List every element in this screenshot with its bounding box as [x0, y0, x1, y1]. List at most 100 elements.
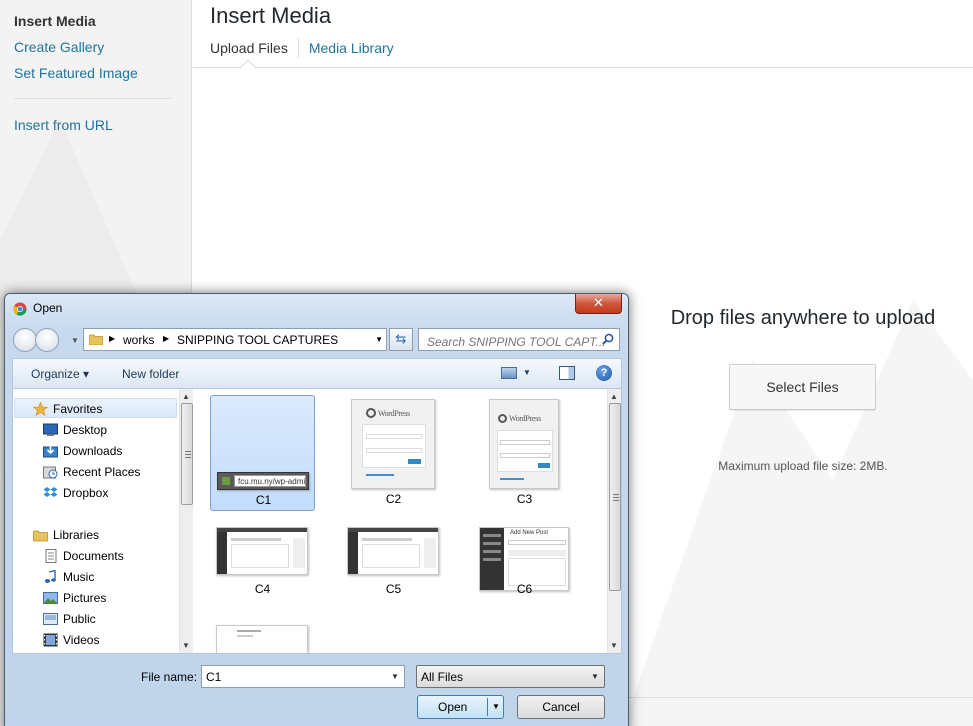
file-thumbnail: WordPress	[347, 399, 439, 489]
desktop-icon	[43, 423, 58, 436]
navigation-pane: Favorites Desktop Downloads Recent Place…	[13, 389, 179, 653]
folder-icon	[89, 334, 103, 345]
file-type-dropdown-icon[interactable]: ▼	[591, 672, 599, 681]
breadcrumb-works[interactable]: works	[123, 333, 154, 347]
nav-label: Pictures	[63, 591, 107, 605]
nav-pictures[interactable]: Pictures	[43, 588, 107, 608]
file-thumbnail: fcu.mu.ny/wp-admin/	[217, 400, 309, 490]
sidebar-item-set-featured-image[interactable]: Set Featured Image	[14, 65, 138, 81]
browser-panel: Favorites Desktop Downloads Recent Place…	[12, 388, 622, 654]
sidebar-item-insert-from-url[interactable]: Insert from URL	[14, 117, 113, 133]
scrollbar-thumb[interactable]	[181, 403, 193, 505]
nav-public[interactable]: Public	[43, 609, 96, 629]
nav-documents[interactable]: Documents	[45, 546, 124, 566]
file-item-c4[interactable]: C4	[210, 509, 315, 625]
breadcrumb-separator-icon[interactable]: ▶	[163, 334, 169, 343]
nav-label: Favorites	[53, 402, 103, 416]
back-button[interactable]	[13, 328, 37, 352]
nav-label: Music	[63, 570, 95, 584]
documents-icon	[45, 549, 57, 563]
open-button[interactable]: Open ▼	[417, 695, 504, 719]
file-list: fcu.mu.ny/wp-admin/ C1 WordPress C2 Word…	[197, 389, 607, 653]
public-folder-icon	[43, 613, 58, 625]
nav-label: Downloads	[63, 444, 123, 458]
navigation-scrollbar[interactable]: ▲ ▼	[179, 389, 193, 653]
recent-places-icon	[43, 466, 58, 479]
star-icon	[33, 402, 48, 416]
change-view-icon[interactable]	[501, 367, 517, 379]
sidebar-item-create-gallery[interactable]: Create Gallery	[14, 39, 104, 55]
max-upload-size-text: Maximum upload file size: 2MB.	[718, 459, 888, 473]
breadcrumb-snipping-tool-captures[interactable]: SNIPPING TOOL CAPTURES	[177, 333, 338, 347]
drop-files-instructions: Drop files anywhere to upload	[670, 307, 936, 329]
scroll-down-icon[interactable]: ▼	[182, 641, 190, 650]
refresh-button[interactable]: ⇆	[389, 328, 413, 351]
nav-favorites[interactable]: Favorites	[33, 399, 103, 419]
nav-music[interactable]: Music	[44, 567, 95, 587]
scrollbar-thumb[interactable]	[609, 403, 621, 591]
file-type-select[interactable]: All Files	[416, 665, 605, 688]
breadcrumb-separator-icon[interactable]: ▶	[109, 334, 115, 343]
router-underline	[193, 67, 973, 68]
downloads-icon	[43, 445, 58, 458]
file-label: C4	[254, 582, 271, 596]
pictures-icon	[43, 592, 58, 604]
libraries-icon	[33, 530, 48, 542]
page-title: Insert Media	[210, 3, 332, 28]
view-options-dropdown-icon[interactable]: ▼	[523, 368, 531, 377]
file-label: C6	[516, 582, 533, 596]
file-name-input[interactable]	[201, 665, 405, 688]
nav-label: Desktop	[63, 423, 108, 437]
nav-label: Recent Places	[63, 465, 141, 479]
search-input[interactable]	[418, 328, 620, 351]
nav-label: Dropbox	[63, 486, 109, 500]
help-icon[interactable]: ?	[596, 365, 612, 381]
file-item-partial[interactable]	[210, 623, 315, 653]
nav-videos[interactable]: Videos	[43, 630, 99, 650]
file-name-label: File name:	[141, 670, 198, 684]
dropbox-icon	[43, 487, 58, 497]
nav-label: Libraries	[53, 528, 100, 542]
file-thumbnail: WordPress	[478, 399, 570, 489]
nav-dropbox[interactable]: Dropbox	[43, 483, 109, 503]
chrome-icon	[13, 302, 27, 316]
close-button[interactable]: ✕	[575, 294, 622, 314]
wordpress-logo-text: WordPress	[509, 414, 541, 423]
forward-button[interactable]	[35, 328, 59, 352]
videos-icon	[43, 633, 58, 647]
scroll-up-icon[interactable]: ▲	[610, 392, 618, 401]
address-bar[interactable]: ▶ works ▶ SNIPPING TOOL CAPTURES ▼	[83, 328, 387, 351]
file-thumbnail	[347, 485, 439, 575]
new-folder-button[interactable]: New folder	[122, 367, 179, 381]
file-item-c6[interactable]: Add New Post C6	[472, 509, 577, 625]
scroll-up-icon[interactable]: ▲	[182, 392, 190, 401]
open-button-label: Open	[438, 700, 468, 714]
nav-desktop[interactable]: Desktop	[43, 420, 108, 440]
file-thumbnail: Add New Post	[478, 485, 570, 591]
file-list-scrollbar[interactable]: ▲ ▼	[607, 389, 621, 653]
open-options-dropdown-icon[interactable]: ▼	[492, 696, 500, 718]
nav-label: Documents	[63, 549, 124, 563]
address-dropdown-icon[interactable]: ▼	[375, 335, 383, 344]
split-divider	[487, 698, 488, 716]
file-name-dropdown-icon[interactable]: ▼	[391, 672, 399, 681]
sidebar-item-insert-media[interactable]: Insert Media	[14, 13, 96, 29]
recent-locations-dropdown[interactable]: ▼	[71, 336, 79, 345]
tab-media-library[interactable]: Media Library	[299, 38, 404, 58]
nav-downloads[interactable]: Downloads	[43, 441, 123, 461]
organize-menu[interactable]: Organize ▾	[31, 367, 89, 381]
preview-pane-icon[interactable]	[559, 366, 575, 380]
select-files-button[interactable]: Select Files	[729, 364, 876, 410]
media-router-tabs: Upload Files Media Library	[210, 38, 404, 68]
file-label: C5	[385, 582, 402, 596]
wordpress-logo-text: WordPress	[378, 409, 410, 418]
file-item-c5[interactable]: C5	[341, 509, 446, 625]
open-file-dialog: Open ✕ ▼ ▶ works ▶ SNIPPING TOOL CAPTURE…	[4, 293, 629, 726]
search-icon[interactable]	[602, 333, 614, 345]
nav-recent-places[interactable]: Recent Places	[43, 462, 141, 482]
nav-libraries[interactable]: Libraries	[33, 525, 100, 545]
tab-upload-files[interactable]: Upload Files	[210, 38, 298, 58]
thumbnail-heading: Add New Post	[510, 530, 549, 536]
cancel-button[interactable]: Cancel	[517, 695, 605, 719]
scroll-down-icon[interactable]: ▼	[610, 641, 618, 650]
